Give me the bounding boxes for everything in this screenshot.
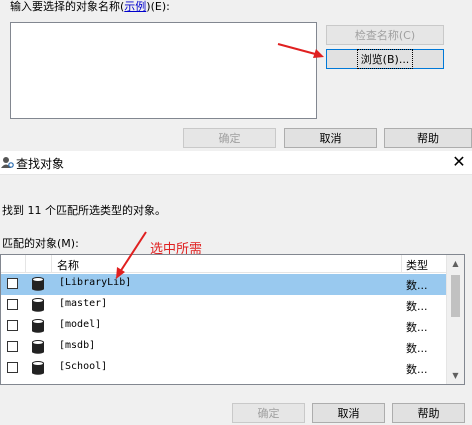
list-item[interactable]: [School] 数... xyxy=(1,358,449,379)
object-name-input[interactable] xyxy=(10,22,317,119)
database-icon xyxy=(32,319,44,333)
list-header: 名称 类型 xyxy=(1,255,449,273)
database-icon xyxy=(32,298,44,312)
matched-objects-list[interactable]: 名称 类型 [LibraryLib] 数... [master] 数... [m… xyxy=(0,254,465,385)
row-checkbox[interactable] xyxy=(7,278,18,289)
object-name-prompt: 输入要选择的对象名称(示例)(E): xyxy=(10,0,170,13)
list-item[interactable]: [LibraryLib] 数... xyxy=(1,274,449,295)
database-icon xyxy=(32,361,44,375)
row-type: 数... xyxy=(406,342,428,355)
prev-help-button[interactable]: 帮助 xyxy=(384,128,472,148)
row-type: 数... xyxy=(406,321,428,334)
user-search-icon xyxy=(1,157,14,168)
find-help-button[interactable]: 帮助 xyxy=(392,403,465,423)
row-type: 数... xyxy=(406,300,428,313)
close-icon[interactable]: ✕ xyxy=(450,152,468,172)
matched-objects-label: 匹配的对象(M): xyxy=(2,237,79,250)
find-cancel-button[interactable]: 取消 xyxy=(312,403,385,423)
row-checkbox[interactable] xyxy=(7,362,18,373)
row-type: 数... xyxy=(406,363,428,376)
row-name: [model] xyxy=(59,319,102,330)
annotation-arrow-browse xyxy=(277,43,324,58)
annotation-arrow-select xyxy=(116,231,147,279)
browse-button[interactable]: 浏览(B)... xyxy=(326,49,444,69)
column-header-name[interactable]: 名称 xyxy=(57,257,79,273)
row-name: [School] xyxy=(59,361,108,372)
row-checkbox[interactable] xyxy=(7,299,18,310)
example-link[interactable]: 示例 xyxy=(124,0,146,13)
found-count-text: 找到 11 个匹配所选类型的对象。 xyxy=(2,204,166,217)
list-scrollbar[interactable]: ▲ ▼ xyxy=(446,255,464,384)
row-type: 数... xyxy=(406,279,428,292)
scroll-thumb[interactable] xyxy=(451,275,460,317)
prev-cancel-button[interactable]: 取消 xyxy=(284,128,377,148)
list-item[interactable]: [model] 数... xyxy=(1,316,449,337)
database-icon xyxy=(32,340,44,354)
check-names-button[interactable]: 检查名称(C) xyxy=(326,25,444,45)
row-checkbox[interactable] xyxy=(7,320,18,331)
scroll-up-icon[interactable]: ▲ xyxy=(447,255,464,272)
row-name: [msdb] xyxy=(59,340,96,351)
prev-ok-button[interactable]: 确定 xyxy=(183,128,276,148)
list-item[interactable]: [msdb] 数... xyxy=(1,337,449,358)
list-item[interactable]: [master] 数... xyxy=(1,295,449,316)
row-name: [master] xyxy=(59,298,108,309)
scroll-down-icon[interactable]: ▼ xyxy=(447,367,464,384)
find-dialog-titlebar: 查找对象 ✕ xyxy=(0,151,472,175)
column-header-type[interactable]: 类型 xyxy=(406,257,428,273)
database-icon xyxy=(32,277,44,291)
row-checkbox[interactable] xyxy=(7,341,18,352)
find-ok-button[interactable]: 确定 xyxy=(232,403,305,423)
find-dialog-title: 查找对象 xyxy=(16,157,65,171)
